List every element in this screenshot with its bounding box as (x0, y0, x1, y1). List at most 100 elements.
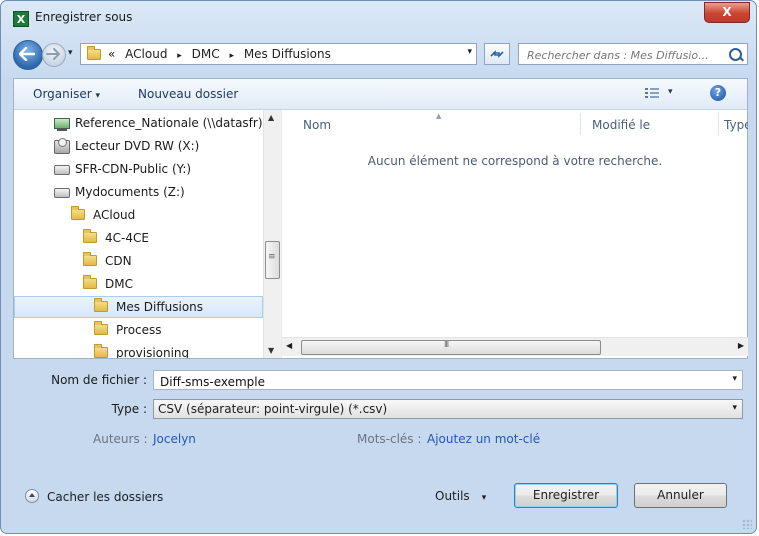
scroll-down-arrow-icon[interactable]: ▼ (268, 346, 274, 355)
tree-item-label: DMC (105, 277, 133, 291)
tree-item-reference-nationale[interactable]: Reference_Nationale (\\datasfr) (54, 112, 263, 134)
tree-item-label: Mydocuments (Z:) (75, 185, 185, 199)
tree-item-acloud[interactable]: ACloud (71, 204, 135, 226)
tree-item-label: ACloud (93, 208, 136, 222)
breadcrumb-separator[interactable]: ▸ (229, 51, 234, 61)
folder-icon (94, 298, 108, 312)
file-type-value: CSV (séparateur: point-virgule) (*.csv) (158, 402, 388, 416)
change-view-icon[interactable] (645, 88, 659, 99)
breadcrumb: « ACloud ▸ DMC ▸ Mes Diffusions (108, 47, 337, 61)
tools-menu[interactable]: Outils ▾ (435, 489, 486, 503)
tree-item-mes-diffusions[interactable]: Mes Diffusions (14, 296, 263, 318)
search-box[interactable] (518, 43, 748, 65)
tree-vertical-scrollbar[interactable]: ▲ ▼ (263, 110, 281, 358)
file-list: ▲ Nom Modifié le Type Aucun élément ne c… (282, 110, 748, 358)
breadcrumb-overflow[interactable]: « (108, 47, 115, 61)
forward-arrow-icon (46, 48, 60, 60)
refresh-button[interactable] (484, 43, 510, 65)
filename-label: Nom de fichier : (51, 373, 147, 387)
tree-item-dmc[interactable]: DMC (83, 273, 133, 295)
column-header-name[interactable]: Nom (303, 118, 331, 132)
column-header-modified[interactable]: Modifié le (592, 118, 650, 132)
scrollbar-thumb[interactable] (265, 241, 280, 279)
file-type-select[interactable]: CSV (séparateur: point-virgule) (*.csv) … (153, 399, 743, 419)
folder-icon (87, 46, 101, 60)
new-folder-button[interactable]: Nouveau dossier (138, 87, 238, 101)
list-horizontal-scrollbar[interactable]: ◀ ▶ (282, 337, 748, 356)
breadcrumb-mes-diffusions[interactable]: Mes Diffusions (244, 47, 331, 61)
recent-pages-dropdown[interactable]: ▾ (68, 48, 73, 58)
chevron-down-icon[interactable]: ▾ (732, 374, 737, 384)
back-arrow-icon (19, 47, 35, 61)
scroll-up-arrow-icon[interactable]: ▲ (268, 113, 274, 122)
tree-item-process[interactable]: Process (94, 319, 162, 341)
tree-item-dvd-drive[interactable]: Lecteur DVD RW (X:) (54, 135, 199, 157)
folder-icon (94, 344, 108, 358)
chevron-down-icon: ▾ (481, 493, 487, 503)
folder-icon (71, 206, 85, 220)
organize-label: Organiser (33, 87, 92, 101)
cancel-button[interactable]: Annuler (634, 483, 727, 508)
drive-icon (54, 164, 70, 175)
filename-combobox[interactable]: ▾ (153, 370, 743, 390)
tree-item-cdn[interactable]: CDN (83, 250, 132, 272)
tools-label: Outils (435, 489, 470, 503)
dvd-drive-icon (54, 137, 70, 154)
tree-item-label: Mes Diffusions (116, 300, 204, 314)
command-bar: Organiser ▾ Nouveau dossier ▾ ? (14, 79, 747, 110)
authors-label: Auteurs : (93, 432, 148, 446)
column-header-type[interactable]: Type (724, 118, 748, 132)
scroll-right-arrow-icon[interactable]: ▶ (738, 341, 744, 350)
folder-icon (83, 252, 97, 266)
keywords-label: Mots-clés : (357, 432, 422, 446)
chevron-down-icon: ▾ (95, 91, 101, 101)
sort-ascending-icon: ▲ (436, 112, 442, 120)
forward-button[interactable] (42, 43, 66, 67)
excel-app-icon: X (13, 11, 29, 27)
filename-field[interactable] (158, 373, 722, 390)
scroll-left-arrow-icon[interactable]: ◀ (286, 341, 292, 350)
drive-icon (54, 187, 70, 198)
close-button[interactable]: X (704, 2, 750, 23)
resize-grip-icon[interactable] (742, 519, 752, 529)
network-drive-icon (54, 118, 70, 131)
column-separator[interactable] (718, 113, 719, 135)
empty-results-message: Aucun élément ne correspond à votre rech… (367, 154, 663, 168)
keywords-field[interactable]: Ajoutez un mot-clé (427, 432, 540, 446)
tree-item-label: Reference_Nationale (\\datasfr) (75, 116, 263, 130)
folder-icon (83, 275, 97, 289)
view-options-dropdown[interactable]: ▾ (668, 87, 673, 97)
tree-item-4c-4ce[interactable]: 4C-4CE (83, 227, 149, 249)
breadcrumb-dmc[interactable]: DMC (192, 47, 220, 61)
breadcrumb-acloud[interactable]: ACloud (125, 47, 167, 61)
tree-item-label: 4C-4CE (105, 231, 149, 245)
authors-field[interactable]: Jocelyn (153, 432, 196, 446)
refresh-icon (490, 50, 504, 58)
column-separator[interactable] (580, 113, 581, 135)
tree-item-label: CDN (105, 254, 132, 268)
tree-item-label: Lecteur DVD RW (X:) (75, 139, 200, 153)
breadcrumb-separator[interactable]: ▸ (177, 51, 182, 61)
navigation-bar: ▾ « ACloud ▸ DMC ▸ Mes Diffusions ▾ (13, 38, 748, 70)
address-dropdown[interactable]: ▾ (467, 47, 472, 57)
search-icon[interactable] (729, 48, 742, 61)
save-button[interactable]: Enregistrer (514, 483, 618, 508)
tree-item-mydocuments[interactable]: Mydocuments (Z:) (54, 181, 185, 203)
back-button[interactable] (13, 40, 43, 70)
folder-icon (94, 321, 108, 335)
navigation-tree: Reference_Nationale (\\datasfr) Lecteur … (14, 110, 276, 358)
help-icon[interactable]: ? (710, 85, 726, 101)
window-title: Enregistrer sous (35, 10, 133, 24)
organize-button[interactable]: Organiser ▾ (33, 87, 100, 101)
search-input[interactable] (525, 46, 725, 64)
hide-folders-label: Cacher les dossiers (47, 490, 164, 504)
tree-item-provisioning[interactable]: provisioning (94, 342, 189, 358)
tree-item-label: provisioning (116, 346, 190, 358)
address-bar[interactable]: « ACloud ▸ DMC ▸ Mes Diffusions ▾ (80, 43, 477, 65)
tree-item-sfr-cdn-public[interactable]: SFR-CDN-Public (Y:) (54, 158, 191, 180)
browser-pane: Organiser ▾ Nouveau dossier ▾ ? Referenc… (13, 78, 748, 359)
tree-item-label: SFR-CDN-Public (Y:) (75, 162, 192, 176)
title-bar: X Enregistrer sous X (1, 1, 756, 35)
collapse-icon (25, 489, 39, 503)
scrollbar-thumb[interactable] (301, 340, 601, 355)
